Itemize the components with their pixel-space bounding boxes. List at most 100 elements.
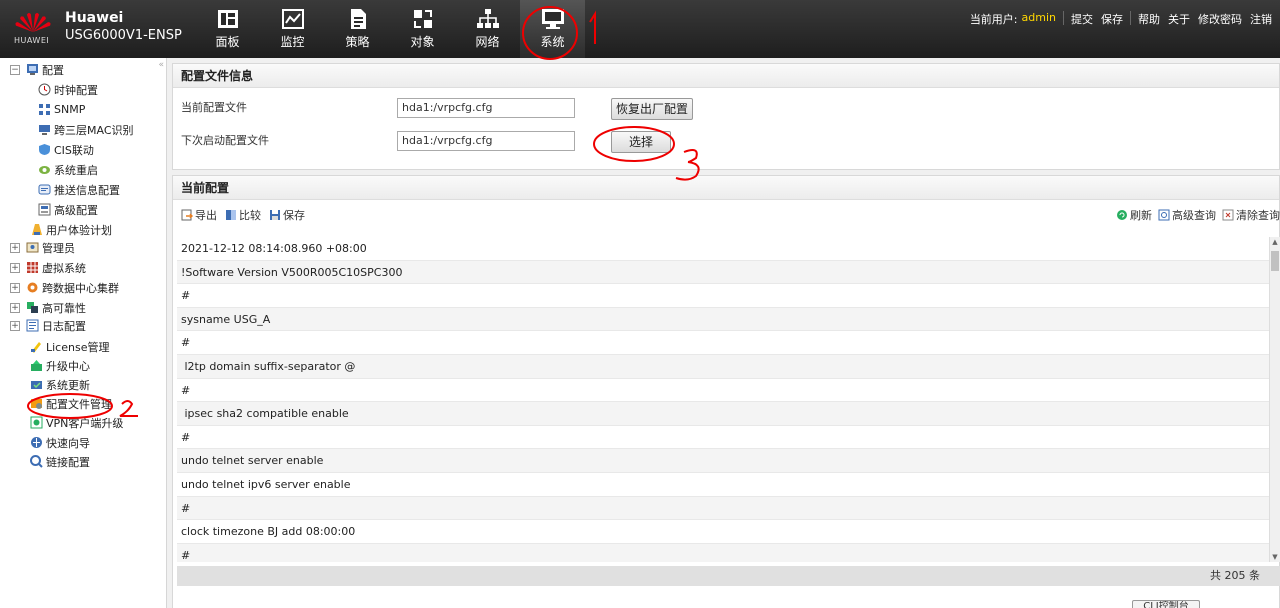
expand-toggle-icon[interactable]: + bbox=[10, 282, 20, 293]
help-link[interactable]: 帮助 bbox=[1134, 11, 1164, 27]
refresh-label: 刷新 bbox=[1130, 209, 1152, 222]
log-icon bbox=[26, 319, 39, 332]
advanced-query-icon bbox=[1158, 209, 1170, 221]
config-row: !Software Version V500R005C10SPC300 bbox=[177, 260, 1269, 285]
nav-system-label: 系统 bbox=[540, 35, 565, 49]
sidebar-item-restart[interactable]: 系统重启 bbox=[38, 160, 98, 179]
compare-button[interactable]: 比较 bbox=[225, 207, 261, 223]
sidebar-item-wizard[interactable]: 快速向导 bbox=[30, 433, 90, 452]
clear-query-label: 清除查询 bbox=[1236, 209, 1280, 222]
scroll-down-icon[interactable]: ▼ bbox=[1271, 553, 1279, 561]
clear-query-icon bbox=[1222, 209, 1234, 221]
logout-link[interactable]: 注销 bbox=[1246, 11, 1276, 27]
config-row: undo telnet server enable bbox=[177, 449, 1269, 473]
sidebar-item-label: 高可靠性 bbox=[42, 301, 86, 315]
nav-dashboard[interactable]: 面板 bbox=[195, 0, 260, 58]
policy-document-icon bbox=[350, 9, 366, 29]
select-button[interactable]: 选择 bbox=[611, 131, 671, 153]
about-link[interactable]: 关于 bbox=[1164, 11, 1194, 27]
scroll-up-icon[interactable]: ▲ bbox=[1271, 238, 1279, 246]
brand-block: Huawei USG6000V1-ENSP bbox=[65, 10, 182, 43]
huawei-logo-icon bbox=[15, 12, 51, 32]
advanced-query-label: 高级查询 bbox=[1172, 209, 1216, 222]
sidebar-item-label: VPN客户端升级 bbox=[46, 416, 124, 430]
sidebar-item-reliability[interactable]: + 高可靠性 bbox=[10, 298, 86, 317]
config-row: # bbox=[177, 425, 1269, 450]
sidebar-item-clock[interactable]: 时钟配置 bbox=[38, 80, 98, 99]
total-count: 共 205 条 bbox=[177, 566, 1280, 586]
save-config-button[interactable]: 保存 bbox=[269, 207, 305, 223]
sidebar-item-push[interactable]: 推送信息配置 bbox=[38, 180, 120, 199]
expand-toggle-icon[interactable]: + bbox=[10, 320, 20, 331]
sidebar-item-snmp[interactable]: SNMP bbox=[38, 100, 85, 119]
sidebar-collapse-icon[interactable]: « bbox=[158, 60, 164, 70]
nav-policy[interactable]: 策略 bbox=[325, 0, 390, 58]
config-scrollbar[interactable]: ▲ ▼ bbox=[1269, 237, 1280, 562]
advanced-icon bbox=[38, 203, 51, 216]
sidebar-item-cis[interactable]: CIS联动 bbox=[38, 140, 94, 159]
nav-object[interactable]: 对象 bbox=[390, 0, 455, 58]
sidebar-item-mac[interactable]: 跨三层MAC识别 bbox=[38, 120, 134, 139]
restore-factory-button[interactable]: 恢复出厂配置 bbox=[611, 98, 694, 120]
expand-toggle-icon[interactable]: + bbox=[10, 302, 20, 313]
clock-icon bbox=[38, 83, 51, 96]
commit-link[interactable]: 提交 bbox=[1067, 11, 1097, 27]
sidebar-item-config-file[interactable]: 配置文件管理 bbox=[30, 394, 112, 413]
wizard-icon bbox=[31, 437, 42, 448]
sidebar-item-label: 高级配置 bbox=[54, 203, 98, 217]
sidebar-item-label: 升级中心 bbox=[46, 359, 90, 373]
logo-text: HUAWEI bbox=[14, 36, 50, 45]
refresh-button[interactable]: 刷新 bbox=[1116, 207, 1152, 223]
current-file-field[interactable]: hda1:/vrpcfg.cfg bbox=[397, 98, 575, 118]
compare-label: 比较 bbox=[239, 209, 261, 222]
advanced-query-button[interactable]: 高级查询 bbox=[1158, 207, 1216, 223]
sidebar-item-vpn[interactable]: VPN客户端升级 bbox=[30, 413, 123, 432]
config-row: # bbox=[177, 378, 1269, 403]
nav-object-label: 对象 bbox=[410, 35, 435, 49]
save-label: 保存 bbox=[283, 209, 305, 222]
scroll-thumb[interactable] bbox=[1271, 251, 1279, 271]
clear-query-button[interactable]: 清除查询 bbox=[1222, 207, 1280, 223]
sidebar-item-user-experience[interactable]: 用户体验计划 bbox=[30, 220, 112, 239]
config-row: l2tp domain suffix-separator @ bbox=[177, 354, 1269, 379]
nav-monitor[interactable]: 监控 bbox=[260, 0, 325, 58]
sidebar-item-label: SNMP bbox=[54, 103, 86, 116]
change-password-link[interactable]: 修改密码 bbox=[1194, 11, 1246, 27]
collapse-toggle-icon[interactable]: − bbox=[10, 64, 20, 75]
nav-network[interactable]: 网络 bbox=[455, 0, 520, 58]
config-row: undo telnet ipv6 server enable bbox=[177, 472, 1269, 497]
expand-toggle-icon[interactable]: + bbox=[10, 242, 20, 253]
sidebar-item-cluster[interactable]: + 跨数据中心集群 bbox=[10, 278, 119, 297]
sidebar-item-admin[interactable]: + 管理员 bbox=[10, 238, 75, 257]
sidebar-item-upgrade[interactable]: 升级中心 bbox=[30, 356, 90, 375]
sidebar-item-label: 配置文件管理 bbox=[46, 397, 112, 411]
cli-console-button[interactable]: CLI控制台 bbox=[1132, 600, 1200, 608]
top-header: HUAWEI Huawei USG6000V1-ENSP 面板 监控 策略 对象… bbox=[0, 0, 1280, 58]
sidebar-item-label: 配置 bbox=[42, 63, 64, 77]
sidebar-item-label: 跨数据中心集群 bbox=[42, 281, 119, 295]
save-link[interactable]: 保存 bbox=[1097, 11, 1127, 27]
config-row: 2021-12-12 08:14:08.960 +08:00 bbox=[177, 237, 1269, 261]
main-content: 配置文件信息 当前配置文件 hda1:/vrpcfg.cfg 恢复出厂配置 下次… bbox=[172, 63, 1280, 608]
expand-toggle-icon[interactable]: + bbox=[10, 262, 20, 273]
sidebar-item-config[interactable]: − 配置 bbox=[10, 60, 64, 79]
brand-name: Huawei bbox=[65, 10, 124, 26]
sidebar-item-log[interactable]: + 日志配置 bbox=[10, 316, 86, 335]
monitor-chart-icon bbox=[281, 9, 304, 29]
nav-system[interactable]: 系统 bbox=[520, 0, 585, 58]
upgrade-icon bbox=[31, 360, 42, 371]
refresh-icon bbox=[1117, 210, 1127, 220]
cis-icon bbox=[39, 144, 50, 155]
next-startup-file-field[interactable]: hda1:/vrpcfg.cfg bbox=[397, 131, 575, 151]
sidebar-item-update[interactable]: 系统更新 bbox=[30, 375, 90, 394]
next-startup-file-label: 下次启动配置文件 bbox=[181, 134, 269, 147]
sidebar-item-license[interactable]: License管理 bbox=[30, 337, 109, 356]
sidebar-item-link[interactable]: 链接配置 bbox=[30, 452, 90, 471]
sidebar-item-label: 日志配置 bbox=[42, 319, 86, 333]
export-button[interactable]: 导出 bbox=[181, 207, 217, 223]
sidebar-item-advanced[interactable]: 高级配置 bbox=[38, 200, 98, 219]
sidebar-item-label: CIS联动 bbox=[54, 143, 94, 157]
sidebar-item-virtual-system[interactable]: + 虚拟系统 bbox=[10, 258, 86, 277]
main-nav: 面板 监控 策略 对象 网络 系统 bbox=[195, 0, 585, 58]
sidebar-item-label: 跨三层MAC识别 bbox=[54, 123, 134, 137]
